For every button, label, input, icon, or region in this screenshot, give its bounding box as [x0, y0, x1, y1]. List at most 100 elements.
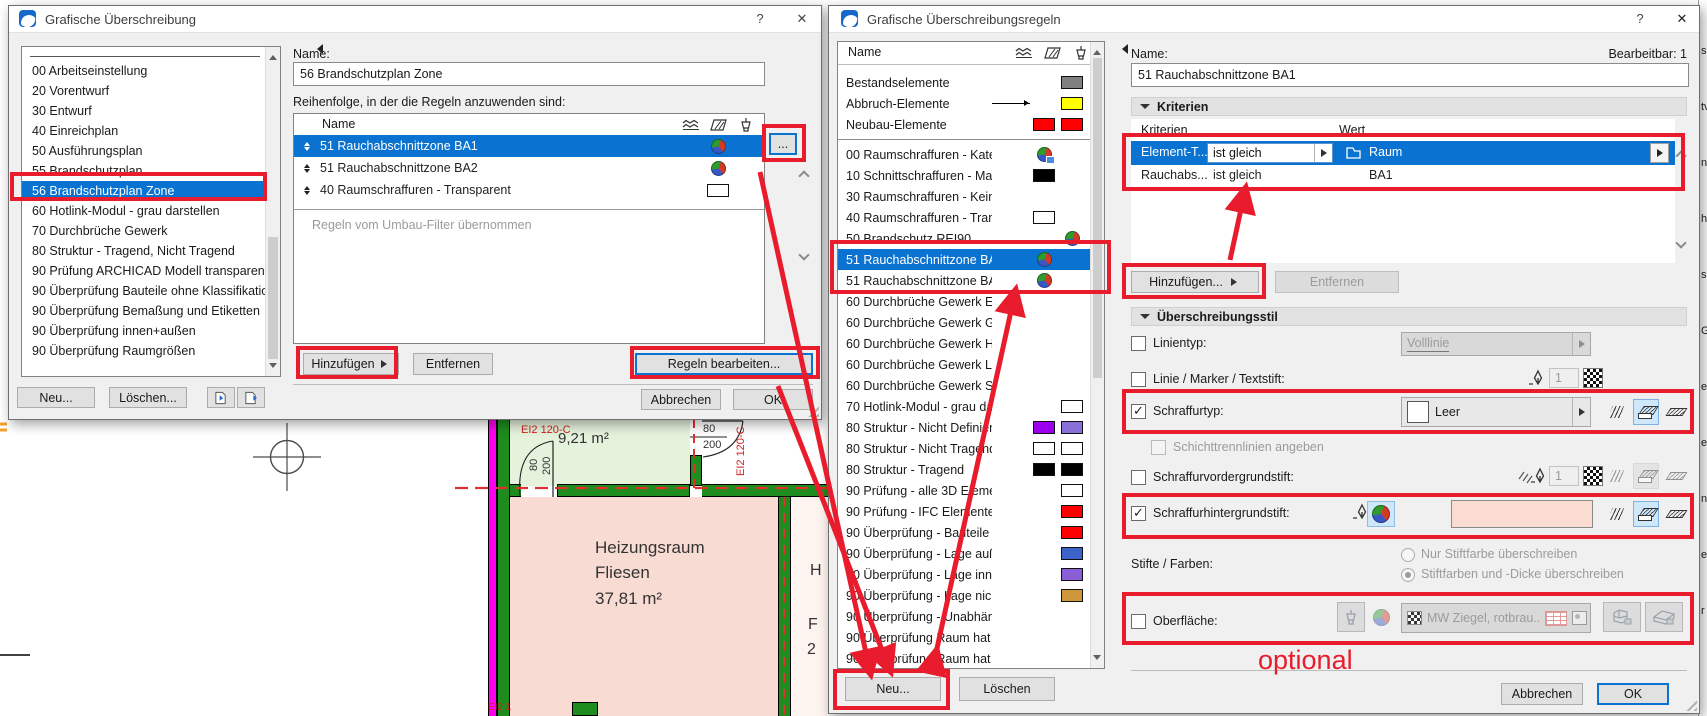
- export-button[interactable]: [237, 387, 265, 408]
- apply-surface-roof-button[interactable]: [1645, 602, 1683, 632]
- rule-row[interactable]: 60 Durchbrüche Gewerk Hei...: [838, 333, 1090, 354]
- criteria-scroll-down-icon[interactable]: [1677, 239, 1687, 249]
- applied-rule-row[interactable]: 40 Raumschraffuren - Transparent: [294, 179, 764, 201]
- combination-item[interactable]: 70 Durchbrüche Gewerk: [22, 221, 265, 241]
- drafting-fill-toggle[interactable]: [1663, 399, 1689, 425]
- dialog-titlebar[interactable]: Grafische Überschreibung ? ✕: [9, 6, 821, 33]
- dropdown-arrow-icon[interactable]: [1572, 333, 1590, 355]
- surface-checkbox[interactable]: [1131, 614, 1146, 629]
- panel-splitter-icon[interactable]: [1117, 44, 1128, 54]
- close-button[interactable]: ✕: [1671, 10, 1693, 28]
- scroll-down-icon[interactable]: [269, 363, 277, 372]
- dialog-titlebar[interactable]: Grafische Überschreibungsregeln ? ✕: [829, 6, 1699, 33]
- row-drag-handle[interactable]: [294, 139, 320, 154]
- edit-rules-button[interactable]: Regeln bearbeiten...: [635, 353, 813, 375]
- surface-color-picker-disabled[interactable]: [1369, 605, 1393, 629]
- criteria-row[interactable]: Element-T... ist gleich Raum: [1131, 141, 1675, 165]
- scrollbar-thumb[interactable]: [268, 237, 278, 359]
- cover-fill-toggle[interactable]: [1633, 399, 1659, 425]
- rule-row[interactable]: 80 Struktur - Nicht Definiert: [838, 417, 1090, 438]
- rules-list-scrollbar[interactable]: [1090, 42, 1104, 668]
- help-button[interactable]: ?: [1629, 10, 1651, 28]
- rule-row[interactable]: 10 Schnittschraffuren - Massiv: [838, 165, 1090, 186]
- filltype-checkbox[interactable]: [1131, 404, 1146, 419]
- line-pen-number-field[interactable]: 1: [1549, 368, 1579, 388]
- rule-row[interactable]: 60 Durchbrüche Gewerk Gas: [838, 312, 1090, 333]
- rule-row[interactable]: 80 Struktur - Tragend: [838, 459, 1090, 480]
- table-scroll-down-icon[interactable]: [800, 251, 810, 261]
- delete-combination-button[interactable]: Löschen...: [109, 387, 187, 408]
- linetype-dropdown[interactable]: Volllinie: [1401, 332, 1591, 356]
- criteria-operator-dropdown[interactable]: ist gleich: [1207, 143, 1333, 163]
- rule-row[interactable]: 00 Raumschraffuren - Kateg...: [838, 144, 1090, 165]
- line-pen-color-button[interactable]: [1583, 368, 1603, 388]
- rule-row[interactable]: 60 Durchbrüche Gewerk Ele...: [838, 291, 1090, 312]
- combination-item[interactable]: 90 Überprüfung Bemaßung und Etiketten: [22, 301, 265, 321]
- rule-row[interactable]: 90 Überprüfung - Lage außen: [838, 543, 1090, 564]
- row-drag-handle[interactable]: [294, 183, 320, 198]
- rule-row[interactable]: 90 Überprüfung Raum hat m...: [838, 648, 1090, 669]
- new-rule-button[interactable]: Neu...: [845, 677, 941, 701]
- rule-row[interactable]: 51 Rauchabschnittzone BA2: [838, 270, 1090, 291]
- combination-item[interactable]: 90 Überprüfung Bauteile ohne Klassifikat…: [22, 281, 265, 301]
- apply-surface-3d-button[interactable]: [1603, 602, 1641, 632]
- rule-row[interactable]: 60 Durchbrüche Gewerk San...: [838, 375, 1090, 396]
- add-rule-button[interactable]: Hinzufügen: [303, 353, 399, 375]
- new-combination-button[interactable]: Neu...: [17, 387, 95, 408]
- add-criteria-button[interactable]: Hinzufügen...: [1131, 271, 1259, 293]
- criteria-section-header[interactable]: Kriterien: [1131, 97, 1687, 116]
- criteria-row[interactable]: Rauchabs... ist gleich BA1: [1131, 165, 1675, 187]
- criteria-table[interactable]: Kriterien Wert Element-T... ist gleich R…: [1131, 119, 1675, 263]
- combination-item[interactable]: 90 Prüfung ARCHICAD Modell transparent, …: [22, 261, 265, 281]
- rule-row[interactable]: 90 Überprüfung Raum hat 1...: [838, 627, 1090, 648]
- scrollbar-thumb[interactable]: [1093, 58, 1102, 378]
- cancel-button[interactable]: Abbrechen: [1501, 683, 1583, 705]
- rule-row[interactable]: 60 Durchbrüche Gewerk Lüft...: [838, 354, 1090, 375]
- import-button[interactable]: [207, 387, 235, 408]
- surface-dropdown[interactable]: MW Ziegel, rotbrau...: [1401, 603, 1591, 633]
- rule-row[interactable]: 40 Raumschraffuren - Transp...: [838, 207, 1090, 228]
- rule-row[interactable]: 70 Hotlink-Modul - grau dar...: [838, 396, 1090, 417]
- drafting-fill-toggle2[interactable]: [1663, 501, 1689, 527]
- cut-fill-toggle[interactable]: [1603, 399, 1629, 425]
- table-scroll-up-icon[interactable]: [800, 169, 810, 179]
- scroll-up-icon[interactable]: [1093, 46, 1101, 55]
- combination-item[interactable]: 60 Hotlink-Modul - grau darstellen: [22, 201, 265, 221]
- criteria-scroll-up-icon[interactable]: [1677, 149, 1687, 159]
- rules-list[interactable]: Name Bestandselemente Abbruch-Elemente: [837, 41, 1105, 669]
- surface-paint-button[interactable]: [1337, 602, 1365, 632]
- combination-item[interactable]: 40 Einreichplan: [22, 121, 265, 141]
- rule-row[interactable]: 90 Überprüfung - Lage nicht...: [838, 585, 1090, 606]
- filltype-dropdown[interactable]: Leer: [1401, 397, 1591, 427]
- dropdown-arrow-icon[interactable]: [1314, 144, 1332, 162]
- separator-lines-checkbox[interactable]: [1151, 440, 1166, 455]
- rule-row[interactable]: 90 Überprüfung - Bauteile o...: [838, 522, 1090, 543]
- cut-fill-toggle2[interactable]: [1603, 501, 1629, 527]
- cover-fill-toggle-disabled[interactable]: [1633, 463, 1659, 489]
- combination-item[interactable]: 00 Arbeitseinstellung: [22, 61, 265, 81]
- remove-rule-button[interactable]: Entfernen: [413, 353, 493, 375]
- pen-color-weight-radio[interactable]: [1401, 568, 1415, 582]
- help-button[interactable]: ?: [749, 10, 771, 28]
- pen-color-picker-button[interactable]: [1367, 501, 1395, 527]
- cancel-button[interactable]: Abbrechen: [641, 389, 721, 410]
- rule-row[interactable]: 90 Prüfung - IFC Elemente in...: [838, 501, 1090, 522]
- rule-row[interactable]: 90 Prüfung - alle 3D Element...: [838, 480, 1090, 501]
- combination-item[interactable]: 30 Entwurf: [22, 101, 265, 121]
- applied-rule-row[interactable]: 51 Rauchabschnittzone BA1: [294, 135, 764, 157]
- fill-fg-color-button[interactable]: [1583, 466, 1603, 486]
- rule-row[interactable]: 50 Brandschutz REI90: [838, 228, 1090, 249]
- applied-rule-row[interactable]: 51 Rauchabschnittzone BA2: [294, 157, 764, 179]
- remove-criteria-button[interactable]: Entfernen: [1275, 271, 1399, 293]
- pen-color-only-radio[interactable]: [1401, 548, 1415, 562]
- rule-row[interactable]: 51 Rauchabschnittzone BA1: [838, 249, 1090, 270]
- rule-row[interactable]: 90 Überprüfung - Unabhän...: [838, 606, 1090, 627]
- combination-item[interactable]: 50 Ausführungsplan: [22, 141, 265, 161]
- cut-fill-toggle-disabled[interactable]: [1603, 463, 1629, 489]
- value-picker-button[interactable]: [1650, 143, 1669, 163]
- close-button[interactable]: ✕: [791, 10, 813, 28]
- ok-button[interactable]: OK: [733, 389, 813, 410]
- rule-row[interactable]: Bestandselemente: [838, 72, 1090, 93]
- style-section-header[interactable]: Überschreibungsstil: [1131, 307, 1687, 326]
- rule-name-input[interactable]: 51 Rauchabschnittzone BA1: [1131, 63, 1689, 87]
